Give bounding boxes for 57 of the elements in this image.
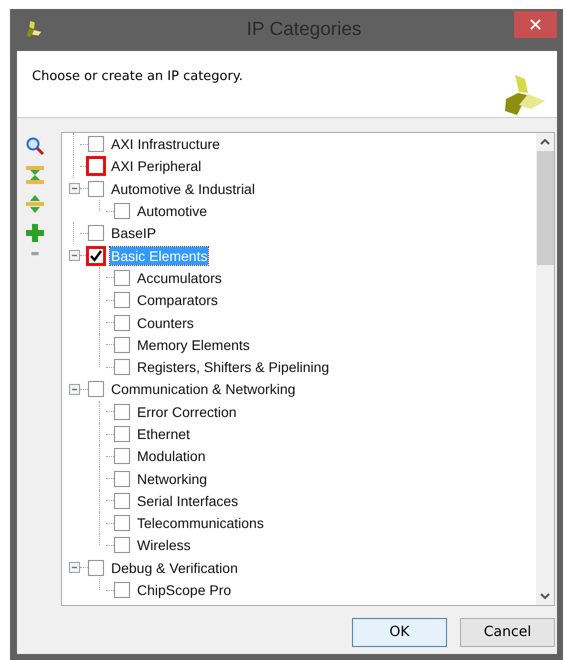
instruction-text: Choose or create an IP category. xyxy=(32,69,243,86)
scrollbar[interactable] xyxy=(536,133,554,605)
tree-item[interactable]: Telecommunications xyxy=(136,514,265,532)
checkbox[interactable] xyxy=(114,582,130,598)
tree-item[interactable]: AXI Peripheral xyxy=(110,157,202,176)
tree-item[interactable]: Ethernet xyxy=(136,425,191,443)
tree-item[interactable]: Error Correction xyxy=(136,402,238,421)
tree-item[interactable]: Modulation xyxy=(136,447,206,466)
close-button[interactable] xyxy=(514,10,557,38)
collapse-icon[interactable] xyxy=(68,384,80,395)
tree-item[interactable]: AXI Infrastructure xyxy=(110,135,221,154)
checkbox[interactable] xyxy=(114,314,130,331)
logo-icon xyxy=(503,73,547,117)
tree-item[interactable]: Comparators xyxy=(136,291,219,310)
tree-item[interactable]: BaseIP xyxy=(110,224,158,242)
close-icon xyxy=(530,18,541,30)
checkbox[interactable] xyxy=(114,359,130,376)
tree-item[interactable]: Counters xyxy=(136,314,195,332)
checkbox[interactable] xyxy=(114,336,130,353)
tree-item[interactable]: Networking xyxy=(136,470,208,488)
collapse-icon[interactable] xyxy=(68,562,80,574)
checkbox[interactable] xyxy=(114,270,130,286)
checkbox[interactable] xyxy=(114,492,130,509)
scroll-thumb[interactable] xyxy=(536,151,554,265)
tree-item[interactable]: Serial Interfaces xyxy=(136,492,240,510)
tree-item[interactable]: Memory Elements xyxy=(136,336,251,354)
tree-item[interactable]: Registers, Shifters & Pipelining xyxy=(136,358,330,376)
tree-item[interactable]: Accumulators xyxy=(136,268,223,287)
scroll-up-icon[interactable] xyxy=(540,139,550,145)
checkbox[interactable] xyxy=(114,515,130,532)
checkbox[interactable] xyxy=(114,470,130,487)
checkbox[interactable] xyxy=(88,560,104,576)
collapse-icon[interactable] xyxy=(68,183,80,194)
checkbox[interactable] xyxy=(88,136,104,152)
collapse-icon[interactable] xyxy=(68,250,80,262)
ok-button[interactable]: OK xyxy=(352,618,447,646)
tree-item[interactable]: Automotive & Industrial xyxy=(110,180,256,198)
checkbox[interactable] xyxy=(88,180,104,197)
search-icon[interactable] xyxy=(25,136,45,156)
tree-item[interactable]: Automotive xyxy=(136,202,208,220)
checkbox[interactable] xyxy=(114,448,130,464)
checkbox[interactable] xyxy=(114,292,130,308)
tree-item[interactable]: Debug & Verification xyxy=(110,558,239,577)
cancel-button[interactable]: Cancel xyxy=(460,618,555,646)
tree-item[interactable]: Communication & Networking xyxy=(110,380,296,398)
checkbox[interactable] xyxy=(88,225,104,242)
tree-item[interactable]: ChipScope Pro xyxy=(136,581,232,600)
checkbox[interactable] xyxy=(114,404,130,420)
checkbox[interactable] xyxy=(114,537,130,554)
checkbox[interactable] xyxy=(114,426,130,442)
checkbox[interactable] xyxy=(114,203,130,220)
checkbox[interactable] xyxy=(88,381,104,398)
scroll-down-icon[interactable] xyxy=(540,593,550,599)
tree-item[interactable]: Wireless xyxy=(136,536,192,554)
expand-all-icon[interactable] xyxy=(25,194,45,214)
collapse-all-icon[interactable] xyxy=(25,165,45,185)
add-icon[interactable] xyxy=(25,223,45,243)
